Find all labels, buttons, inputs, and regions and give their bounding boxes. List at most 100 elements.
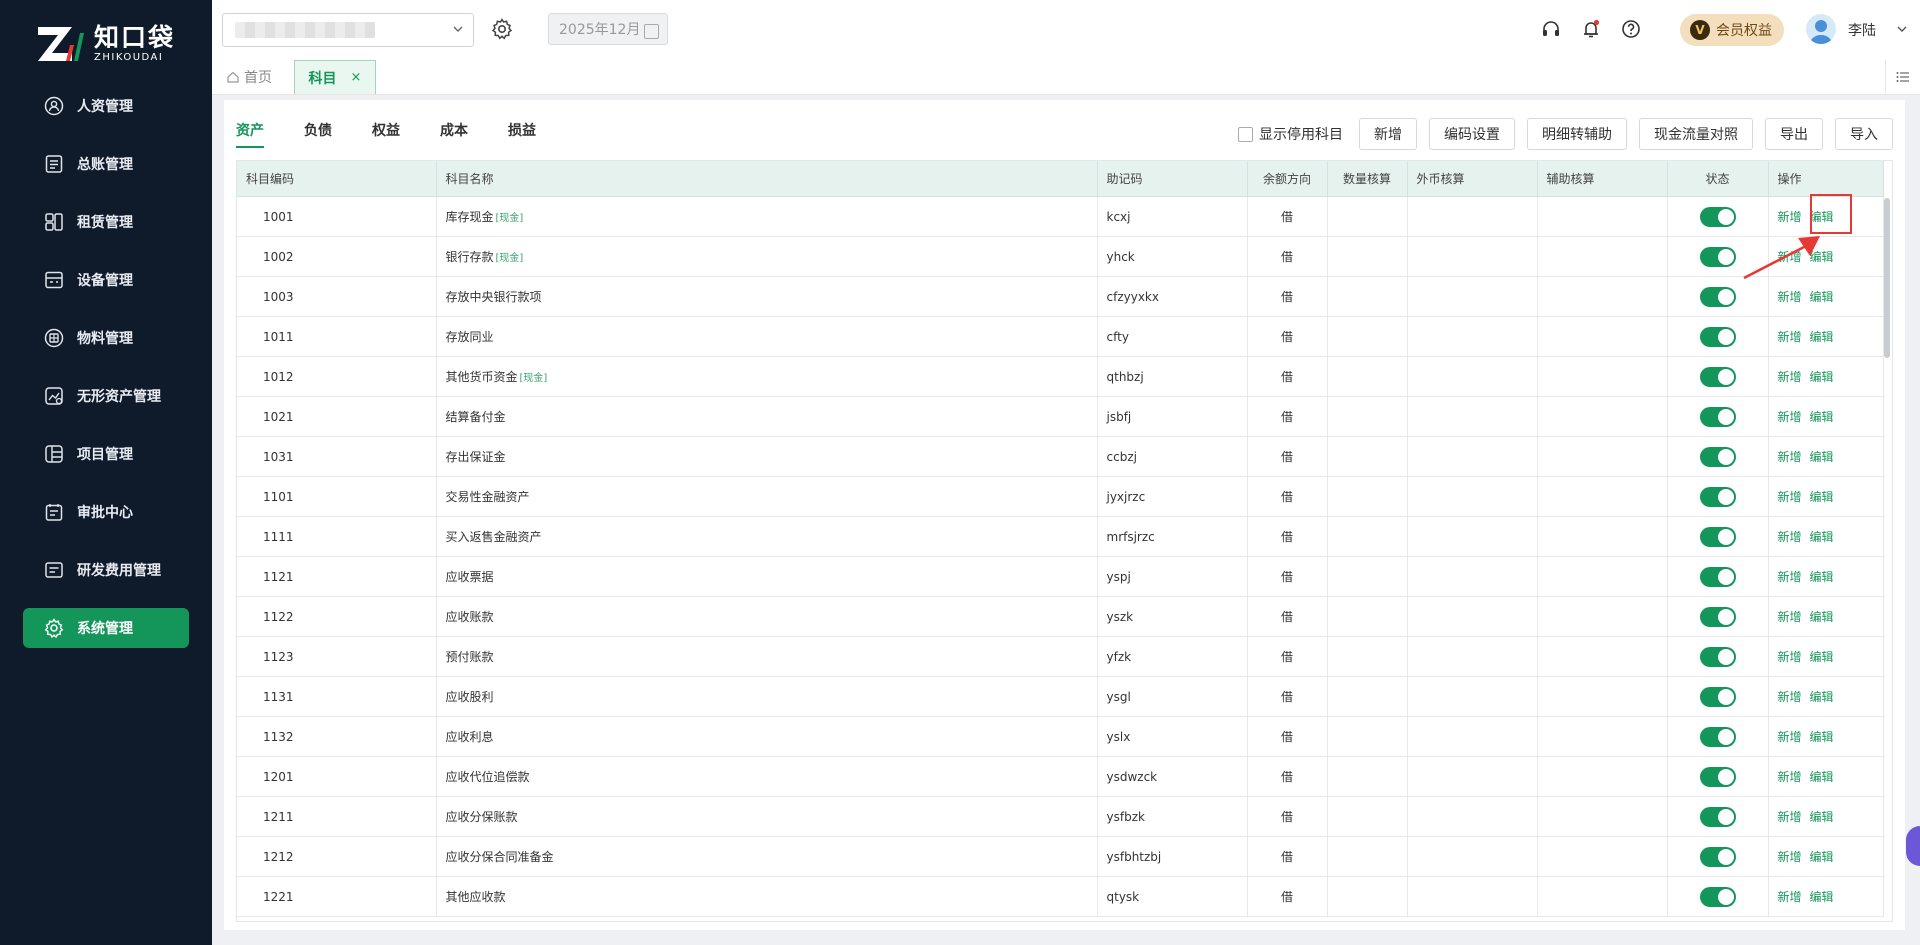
status-toggle[interactable] [1699, 246, 1736, 267]
row-add-link[interactable]: 新增 [1778, 730, 1802, 744]
row-add-link[interactable]: 新增 [1778, 450, 1802, 464]
sidebar-item-0[interactable]: 人资管理 [23, 86, 189, 126]
sidebar-item-1[interactable]: 总账管理 [23, 144, 189, 184]
col-foreign: 外币核算 [1407, 161, 1538, 197]
row-add-link[interactable]: 新增 [1778, 290, 1802, 304]
row-edit-link[interactable]: 编辑 [1810, 610, 1834, 624]
status-toggle[interactable] [1699, 446, 1736, 467]
row-add-link[interactable]: 新增 [1778, 650, 1802, 664]
headset-icon[interactable] [1540, 18, 1562, 40]
row-add-link[interactable]: 新增 [1778, 690, 1802, 704]
import-button[interactable]: 导入 [1835, 118, 1893, 150]
row-add-link[interactable]: 新增 [1778, 890, 1802, 904]
sidebar-item-4[interactable]: 物料管理 [23, 318, 189, 358]
row-add-link[interactable]: 新增 [1778, 570, 1802, 584]
period-picker[interactable]: 2025年12月 [548, 13, 668, 45]
row-edit-link[interactable]: 编辑 [1810, 530, 1834, 544]
code-settings-button[interactable]: 编码设置 [1429, 118, 1515, 150]
chevron-down-icon[interactable] [1896, 24, 1908, 34]
category-tab-0[interactable]: 资产 [236, 120, 264, 148]
table-scrollbar[interactable] [1884, 198, 1890, 358]
row-add-link[interactable]: 新增 [1778, 610, 1802, 624]
status-toggle[interactable] [1699, 766, 1736, 787]
username[interactable]: 李陆 [1848, 20, 1876, 40]
category-tab-4[interactable]: 损益 [508, 120, 536, 148]
cell-name: 结算备付金 [436, 396, 1098, 437]
sidebar-item-2[interactable]: 租赁管理 [23, 202, 189, 242]
category-tab-3[interactable]: 成本 [440, 120, 468, 148]
status-toggle[interactable] [1699, 606, 1736, 627]
export-button[interactable]: 导出 [1765, 118, 1823, 150]
status-toggle[interactable] [1699, 646, 1736, 667]
show-disabled-checkbox[interactable]: 显示停用科目 [1238, 124, 1343, 144]
row-add-link[interactable]: 新增 [1778, 410, 1802, 424]
status-toggle[interactable] [1699, 206, 1736, 227]
detail-to-auxiliary-button[interactable]: 明细转辅助 [1527, 118, 1627, 150]
tab-accounts[interactable]: 科目 × [294, 60, 376, 94]
sidebar-item-5[interactable]: 无形资产管理 [23, 376, 189, 416]
row-add-link[interactable]: 新增 [1778, 490, 1802, 504]
row-edit-link[interactable]: 编辑 [1810, 450, 1834, 464]
add-button[interactable]: 新增 [1359, 118, 1417, 150]
sidebar-item-7[interactable]: 审批中心 [23, 492, 189, 532]
status-toggle[interactable] [1699, 366, 1736, 387]
cell-foreign [1407, 836, 1538, 877]
cell-status [1667, 356, 1769, 397]
row-edit-link[interactable]: 编辑 [1810, 690, 1834, 704]
row-edit-link[interactable]: 编辑 [1810, 770, 1834, 784]
cell-operations: 新增 编辑 [1768, 476, 1884, 517]
status-toggle[interactable] [1699, 686, 1736, 707]
gear-icon[interactable] [490, 17, 514, 41]
member-benefits-button[interactable]: V 会员权益 [1680, 14, 1784, 46]
company-select[interactable] [222, 13, 474, 47]
status-toggle[interactable] [1699, 326, 1736, 347]
close-icon[interactable]: × [351, 70, 362, 85]
status-toggle[interactable] [1699, 526, 1736, 547]
tab-list-menu[interactable] [1885, 60, 1920, 94]
cell-mnemonic: jsbfj [1097, 396, 1248, 437]
row-add-link[interactable]: 新增 [1778, 530, 1802, 544]
row-edit-link[interactable]: 编辑 [1810, 890, 1834, 904]
row-edit-link[interactable]: 编辑 [1810, 570, 1834, 584]
cashflow-mapping-button[interactable]: 现金流量对照 [1639, 118, 1753, 150]
tab-home-label: 首页 [244, 70, 272, 86]
ledger-icon [43, 153, 65, 175]
chat-bubble-icon[interactable] [1906, 826, 1920, 866]
row-edit-link[interactable]: 编辑 [1810, 290, 1834, 304]
status-toggle[interactable] [1699, 486, 1736, 507]
row-add-link[interactable]: 新增 [1778, 850, 1802, 864]
table-row: 1021 结算备付金 jsbfj 借 新增 编辑 [237, 396, 1884, 437]
sidebar-item-3[interactable]: 设备管理 [23, 260, 189, 300]
row-add-link[interactable]: 新增 [1778, 770, 1802, 784]
row-edit-link[interactable]: 编辑 [1810, 650, 1834, 664]
sidebar-item-9[interactable]: 系统管理 [23, 608, 189, 648]
row-add-link[interactable]: 新增 [1778, 210, 1802, 224]
checkbox-box[interactable] [1238, 126, 1253, 142]
row-edit-link[interactable]: 编辑 [1810, 370, 1834, 384]
sidebar-item-6[interactable]: 项目管理 [23, 434, 189, 474]
tab-home[interactable]: 首页 [226, 60, 272, 94]
bell-icon[interactable] [1580, 18, 1602, 40]
status-toggle[interactable] [1699, 726, 1736, 747]
avatar[interactable] [1806, 14, 1836, 44]
row-edit-link[interactable]: 编辑 [1810, 410, 1834, 424]
row-edit-link[interactable]: 编辑 [1810, 330, 1834, 344]
status-toggle[interactable] [1699, 566, 1736, 587]
row-edit-link[interactable]: 编辑 [1810, 850, 1834, 864]
sidebar-item-8[interactable]: 研发费用管理 [23, 550, 189, 590]
row-edit-link[interactable]: 编辑 [1810, 730, 1834, 744]
cell-auxiliary [1537, 876, 1668, 917]
row-add-link[interactable]: 新增 [1778, 810, 1802, 824]
status-toggle[interactable] [1699, 286, 1736, 307]
row-add-link[interactable]: 新增 [1778, 330, 1802, 344]
category-tab-1[interactable]: 负债 [304, 120, 332, 148]
status-toggle[interactable] [1699, 846, 1736, 867]
status-toggle[interactable] [1699, 406, 1736, 427]
row-edit-link[interactable]: 编辑 [1810, 490, 1834, 504]
status-toggle[interactable] [1699, 886, 1736, 907]
status-toggle[interactable] [1699, 806, 1736, 827]
category-tab-2[interactable]: 权益 [372, 120, 400, 148]
help-icon[interactable] [1620, 18, 1642, 40]
row-edit-link[interactable]: 编辑 [1810, 810, 1834, 824]
row-add-link[interactable]: 新增 [1778, 370, 1802, 384]
